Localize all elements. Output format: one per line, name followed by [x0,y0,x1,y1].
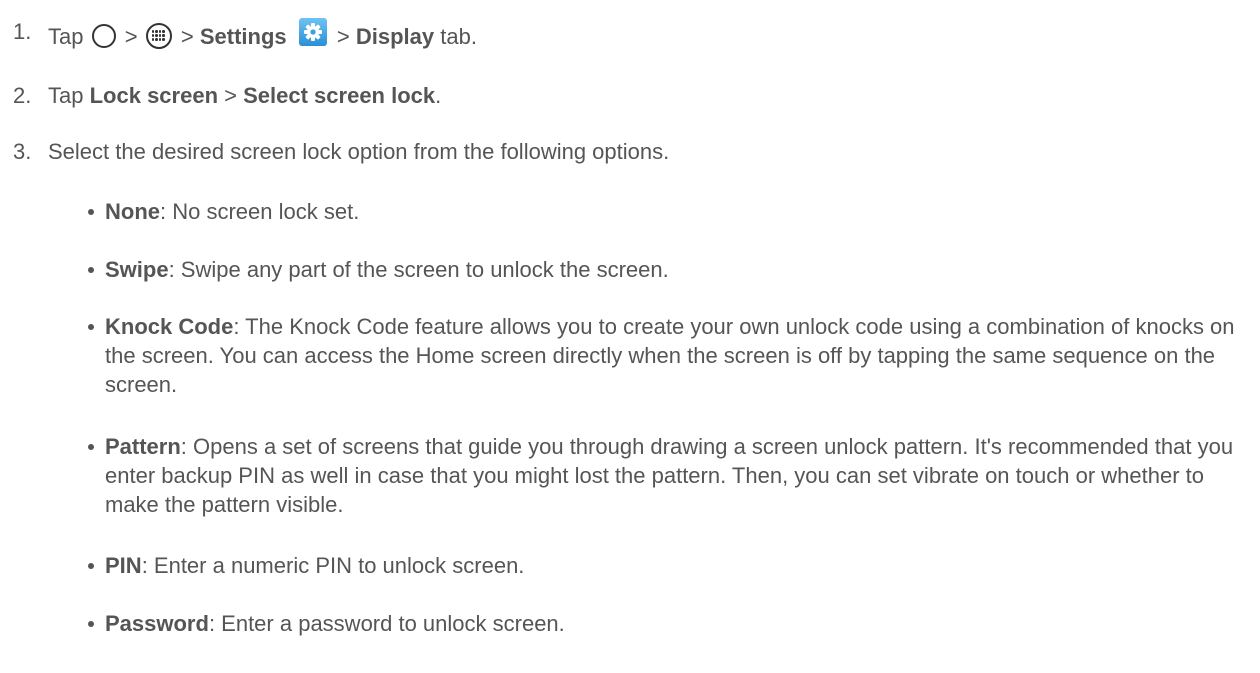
step-number: 1. [13,19,32,44]
option-name: Pattern [105,434,181,459]
option-text: Password: Enter a password to unlock scr… [105,609,1248,638]
option-name: None [105,199,160,224]
tap-label: Tap [48,24,84,49]
step-1-text: Tap > > Settings > Display tab. [48,18,477,51]
bullet-dot [88,621,94,627]
option-text: Knock Code: The Knock Code feature allow… [105,312,1248,399]
option-name: Password [105,611,209,636]
option-name: Swipe [105,257,169,282]
option-description: : No screen lock set. [160,199,360,224]
period: . [435,83,442,108]
option-description: : Opens a set of screens that guide you … [105,434,1234,517]
step-number: 2. [13,83,32,108]
lock-screen-label: Lock screen [89,83,219,108]
separator: > [180,24,194,49]
bullet-dot [88,324,94,330]
option-description: : Enter a password to unlock screen. [208,611,565,636]
option-name: Knock Code [105,314,234,339]
display-label: Display [355,24,435,49]
bullet-dot [88,267,94,273]
step-number: 3. [13,139,32,164]
tap-label: Tap [48,83,84,108]
bullet-dot [88,444,94,450]
option-name: PIN [105,553,142,578]
step-2-text: Tap Lock screen > Select screen lock. [48,82,441,110]
option-description: : The Knock Code feature allows you to c… [105,314,1235,397]
step-3-text: Select the desired screen lock option fr… [48,139,670,164]
option-text: PIN: Enter a numeric PIN to unlock scree… [105,551,1248,580]
settings-gear-icon [298,18,327,46]
select-screen-lock-label: Select screen lock [243,83,436,108]
separator: > [336,24,350,49]
separator: > [124,24,138,49]
option-text: None: No screen lock set. [105,197,1248,226]
apps-grid-icon [145,23,172,49]
home-circle-icon [91,24,116,48]
option-description: : Enter a numeric PIN to unlock screen. [141,553,525,578]
option-description: : Swipe any part of the screen to unlock… [168,257,669,282]
settings-label: Settings [199,24,287,49]
separator: > [224,83,237,108]
bullet-dot [88,563,94,569]
bullet-dot [88,209,94,215]
tab-label: tab. [440,24,477,49]
option-text: Pattern: Opens a set of screens that gui… [105,432,1248,519]
option-text: Swipe: Swipe any part of the screen to u… [105,255,1248,284]
